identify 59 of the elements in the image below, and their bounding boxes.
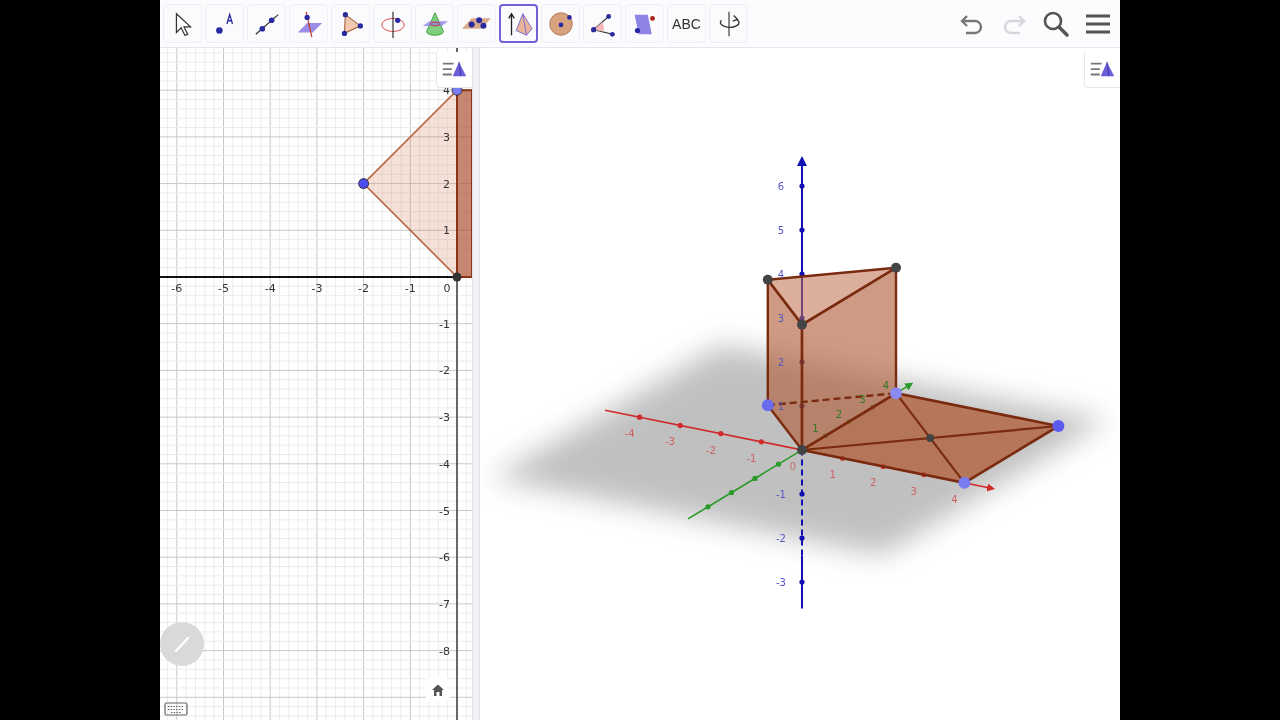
axis-label: 3 [443, 130, 450, 144]
point [926, 434, 935, 442]
axis-label: 4 [951, 493, 958, 505]
axis-label: -7 [439, 597, 450, 611]
point [1052, 420, 1065, 432]
point [890, 387, 902, 400]
home-icon [430, 682, 446, 698]
axis-label: 2 [777, 357, 785, 368]
axis-label: 3 [777, 313, 785, 324]
axis-label: 2 [443, 177, 450, 191]
tool-button[interactable] [499, 4, 538, 43]
axis-label: -4 [624, 428, 635, 440]
plane-points-icon [461, 17, 492, 30]
axis-label: -2 [705, 444, 716, 456]
axis-label: 1 [777, 401, 785, 412]
keyboard-icon [164, 702, 188, 716]
point [762, 274, 773, 285]
axis-label: -6 [171, 282, 183, 295]
axis-label: 3 [859, 394, 866, 406]
axis-label: -3 [311, 282, 323, 295]
axis-label: 4 [882, 380, 890, 392]
point [358, 178, 369, 189]
axis-label: 0 [789, 461, 797, 472]
axis-label: 5 [777, 225, 785, 236]
axis-label: -1 [404, 282, 416, 295]
axis-label: -5 [218, 282, 229, 295]
style-bar-button[interactable] [1084, 52, 1120, 88]
axis-label: -1 [776, 489, 786, 500]
axis-label: 2 [835, 408, 843, 420]
point [761, 399, 774, 412]
axis-label: -3 [665, 436, 676, 448]
axis-label: -8 [439, 644, 450, 658]
axis-label: -6 [439, 551, 450, 565]
axis-label: 3 [910, 485, 917, 497]
point [958, 476, 971, 489]
axis-label: -5 [439, 504, 450, 518]
axis-label: -3 [776, 577, 786, 588]
text-tool-button[interactable]: ABC [667, 4, 706, 43]
axis-label: 0 [443, 282, 451, 295]
axis-label: -2 [776, 533, 786, 544]
axis-label: -4 [264, 282, 276, 295]
keyboard-button[interactable] [162, 700, 190, 718]
axis-label: 1 [812, 422, 819, 434]
point [797, 445, 807, 455]
axis-label: -1 [746, 452, 757, 464]
axis-label: -2 [358, 282, 370, 295]
axis-label: 2 [870, 477, 877, 489]
style-bar-button[interactable] [436, 52, 472, 88]
axis-label: 6 [777, 181, 785, 192]
axis-label: -1 [439, 317, 450, 331]
axis-label: -2 [439, 364, 450, 378]
axis-label: -3 [439, 411, 450, 425]
axis-label: 1 [829, 469, 836, 481]
point [797, 319, 807, 330]
point [891, 262, 901, 273]
search-icon [1042, 9, 1070, 38]
axis-label: 1 [443, 224, 450, 238]
axis-label: -4 [439, 457, 450, 471]
point [452, 272, 462, 282]
